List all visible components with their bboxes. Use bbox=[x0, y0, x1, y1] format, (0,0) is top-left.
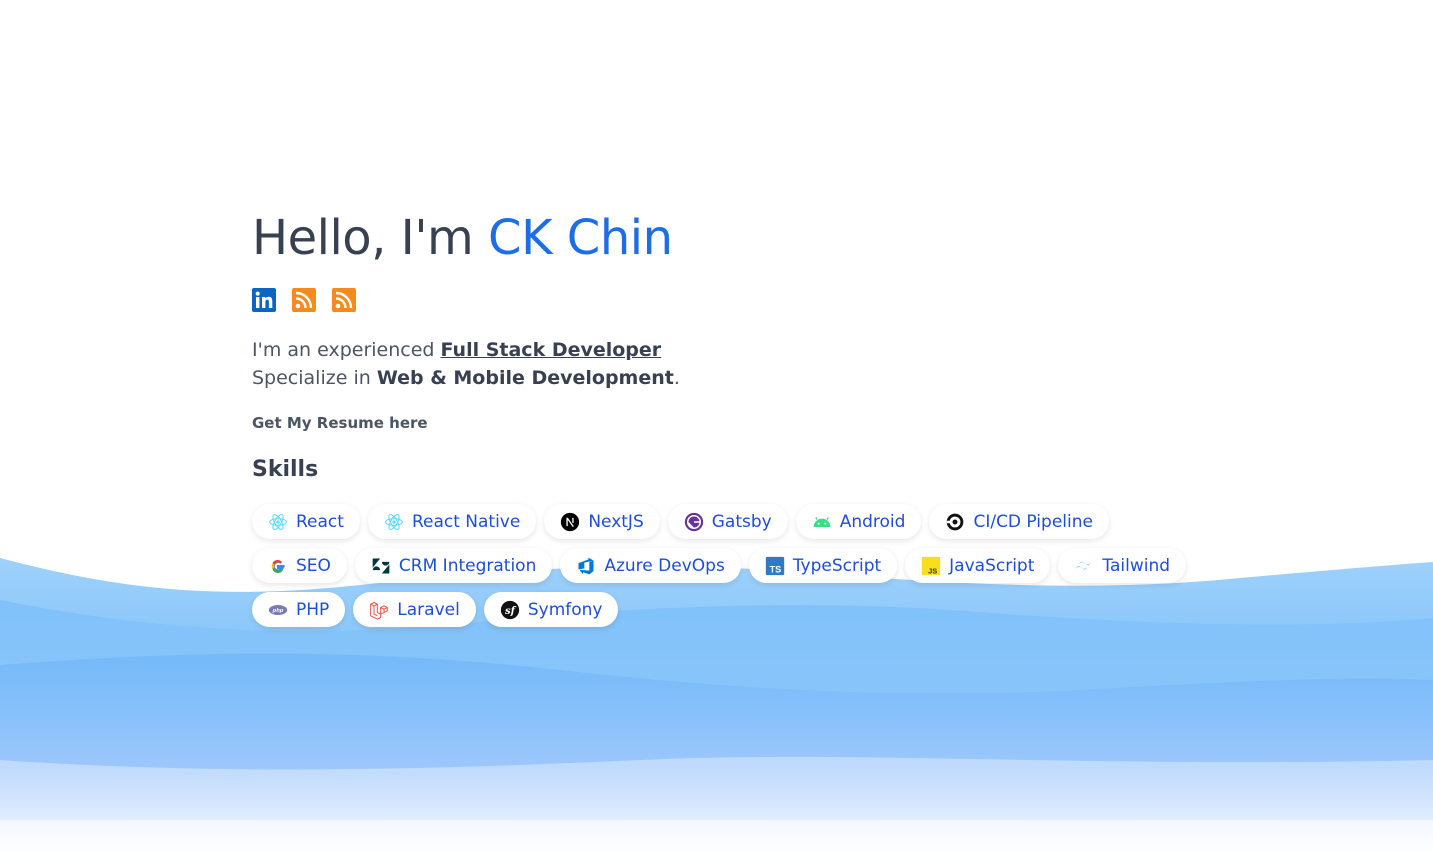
skills-list: React React Native NextJS Gatsby Android… bbox=[252, 504, 1192, 627]
tailwind-icon bbox=[1074, 556, 1094, 576]
social-links bbox=[252, 288, 1252, 312]
zendesk-icon bbox=[371, 556, 391, 576]
skill-label: PHP bbox=[296, 599, 330, 620]
skill-chip-azure-devops[interactable]: Azure DevOps bbox=[560, 548, 741, 583]
hero-section: Hello, I'm CK Chin I'm an experienced Fu… bbox=[252, 208, 1252, 627]
skill-label: JavaScript bbox=[949, 555, 1035, 576]
laravel-icon bbox=[369, 600, 389, 620]
typescript-icon: TS bbox=[765, 556, 785, 576]
page-title: Hello, I'm CK Chin bbox=[252, 208, 1252, 268]
intro-text: I'm an experienced Full Stack Developer … bbox=[252, 336, 1252, 392]
php-icon: php bbox=[268, 600, 288, 620]
skill-chip-symfony[interactable]: sf Symfony bbox=[483, 592, 619, 627]
svg-text:JS: JS bbox=[928, 566, 937, 575]
skill-chip-nextjs[interactable]: NextJS bbox=[544, 504, 660, 539]
skill-label: Gatsby bbox=[711, 511, 772, 532]
skill-label: React Native bbox=[411, 511, 521, 532]
skill-chip-android[interactable]: Android bbox=[795, 504, 922, 539]
skill-chip-php[interactable]: php PHP bbox=[252, 592, 346, 627]
svg-text:php: php bbox=[272, 608, 284, 614]
skill-chip-cicd-pipeline[interactable]: CI/CD Pipeline bbox=[929, 504, 1109, 539]
skill-label: NextJS bbox=[588, 511, 644, 532]
skill-label: Symfony bbox=[527, 599, 603, 620]
resume-link[interactable]: Get My Resume here bbox=[252, 414, 428, 432]
skill-label: SEO bbox=[296, 555, 331, 576]
react-icon bbox=[268, 512, 288, 532]
skill-chip-react-native[interactable]: React Native bbox=[367, 504, 537, 539]
skill-label: Azure DevOps bbox=[604, 555, 725, 576]
specialty-suffix: . bbox=[673, 367, 680, 389]
skill-chip-typescript[interactable]: TS TypeScript bbox=[748, 548, 898, 583]
circleci-icon bbox=[945, 512, 965, 532]
intro-line-1: I'm an experienced Full Stack Developer bbox=[252, 336, 1252, 364]
skill-label: CRM Integration bbox=[398, 555, 537, 576]
skill-chip-laravel[interactable]: Laravel bbox=[353, 592, 476, 627]
skill-label: Laravel bbox=[397, 599, 460, 620]
rss-icon bbox=[292, 288, 316, 312]
intro-prefix: I'm an experienced bbox=[252, 339, 441, 361]
skill-chip-crm-integration[interactable]: CRM Integration bbox=[354, 548, 553, 583]
greeting-text: Hello, I'm bbox=[252, 210, 489, 266]
javascript-icon: JS bbox=[921, 556, 941, 576]
skill-chip-gatsby[interactable]: Gatsby bbox=[667, 504, 788, 539]
author-name: CK Chin bbox=[488, 210, 673, 266]
skill-chip-tailwind[interactable]: Tailwind bbox=[1058, 548, 1187, 583]
linkedin-icon bbox=[252, 288, 276, 312]
skill-label: React bbox=[296, 511, 344, 532]
azure-devops-icon bbox=[576, 556, 596, 576]
skill-label: Tailwind bbox=[1102, 555, 1171, 576]
nextjs-icon bbox=[560, 512, 580, 532]
role-link[interactable]: Full Stack Developer bbox=[441, 339, 662, 361]
skill-label: TypeScript bbox=[792, 555, 882, 576]
google-icon bbox=[268, 556, 288, 576]
intro-line-2: Specialize in Web & Mobile Development. bbox=[252, 364, 1252, 392]
symfony-icon: sf bbox=[500, 600, 520, 620]
react-icon bbox=[384, 512, 404, 532]
skill-chip-javascript[interactable]: JS JavaScript bbox=[905, 548, 1051, 583]
android-icon bbox=[812, 512, 832, 532]
svg-text:sf: sf bbox=[505, 605, 517, 616]
skill-chip-react[interactable]: React bbox=[252, 504, 360, 539]
rss-icon bbox=[332, 288, 356, 312]
rss-link[interactable] bbox=[292, 288, 316, 312]
specialty-prefix: Specialize in bbox=[252, 367, 377, 389]
svg-text:TS: TS bbox=[769, 564, 781, 574]
rss-link[interactable] bbox=[332, 288, 356, 312]
gatsby-icon bbox=[684, 512, 704, 532]
skill-label: CI/CD Pipeline bbox=[973, 511, 1093, 532]
skill-label: Android bbox=[839, 511, 906, 532]
linkedin-link[interactable] bbox=[252, 288, 276, 312]
specialty-text: Web & Mobile Development bbox=[376, 367, 674, 389]
skill-chip-seo[interactable]: SEO bbox=[252, 548, 347, 583]
skills-heading: Skills bbox=[252, 457, 319, 482]
